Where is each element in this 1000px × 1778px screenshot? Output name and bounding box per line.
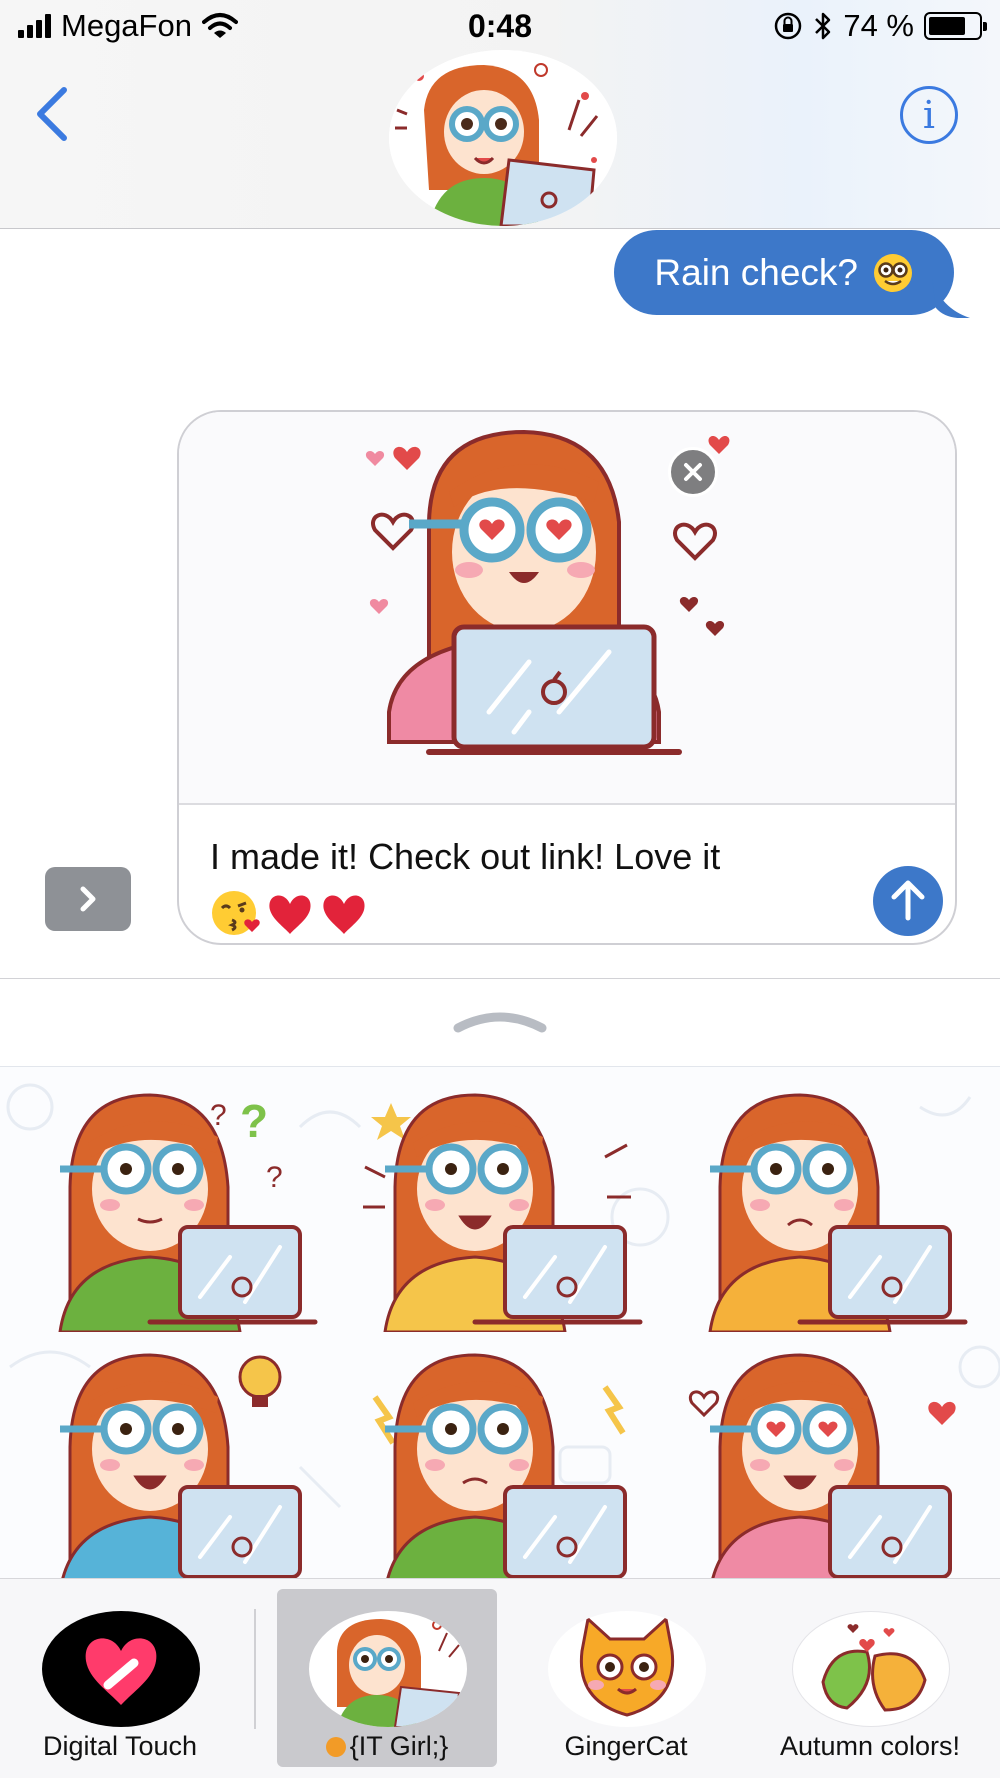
- sticker-it-girl-worried[interactable]: [680, 1077, 970, 1334]
- drawer-divider: [0, 978, 1000, 979]
- expand-drawer-handle[interactable]: [450, 1006, 550, 1036]
- sticker-grid: ???: [0, 1066, 1000, 1578]
- outgoing-message-bubble[interactable]: Rain check?: [614, 230, 954, 315]
- svg-text:?: ?: [240, 1095, 268, 1147]
- info-button[interactable]: i: [900, 86, 958, 144]
- app-autumn-colors[interactable]: Autumn colors!: [760, 1589, 980, 1767]
- app-label: {IT Girl;}: [277, 1731, 497, 1762]
- app-label: Autumn colors!: [779, 1731, 961, 1761]
- bubble-tail: [932, 278, 970, 318]
- compose-emojis: [210, 886, 850, 938]
- arrow-up-icon: [891, 880, 925, 921]
- app-digital-touch[interactable]: Digital Touch: [10, 1589, 230, 1767]
- orientation-lock-icon: [775, 12, 802, 40]
- chevron-right-icon: [80, 886, 96, 912]
- remove-attachment-button[interactable]: [668, 447, 718, 497]
- sticker-it-girl-excited[interactable]: [355, 1077, 645, 1334]
- imessage-app-bar: Digital Touch {IT Girl;} GingerCat Autum…: [0, 1578, 1000, 1778]
- send-button[interactable]: [873, 866, 943, 936]
- battery-fill: [929, 17, 965, 35]
- app-label: GingerCat: [564, 1731, 688, 1761]
- sticker-it-girl-angry[interactable]: [355, 1337, 645, 1578]
- battery-percent: 74 %: [843, 8, 914, 43]
- nerd-face-emoji-icon: [874, 253, 912, 292]
- sticker-it-girl-idea[interactable]: [30, 1337, 320, 1578]
- compose-field[interactable]: I made it! Check out link! Love it: [177, 410, 957, 945]
- compose-text[interactable]: I made it! Check out link! Love it: [210, 832, 850, 938]
- autumn-leaves-icon: [792, 1611, 950, 1727]
- chevron-left-icon: [37, 87, 67, 141]
- app-separator: [254, 1609, 256, 1729]
- chevron-up-icon: [453, 1012, 547, 1033]
- app-it-girl[interactable]: {IT Girl;}: [277, 1589, 497, 1767]
- sticker-it-girl-thinking[interactable]: ???: [30, 1077, 320, 1334]
- status-right: 74 %: [773, 8, 987, 44]
- compose-text-content: I made it! Check out link! Love it: [210, 836, 721, 877]
- close-icon: [684, 463, 702, 481]
- back-button[interactable]: [28, 84, 78, 144]
- app-label-text: {IT Girl;}: [349, 1731, 449, 1761]
- red-heart-emoji-icon: [323, 895, 365, 934]
- sticker-it-girl-in-love[interactable]: [680, 1337, 970, 1578]
- show-apps-button[interactable]: [45, 867, 131, 931]
- status-bar: MegaFon 0:48 74 %: [0, 0, 1000, 56]
- message-text: Rain check?: [654, 251, 858, 293]
- app-ginger-cat[interactable]: GingerCat: [516, 1589, 736, 1767]
- bluetooth-icon: [815, 12, 831, 40]
- kissing-face-emoji-icon: [212, 891, 260, 935]
- it-girl-app-icon: [309, 1611, 467, 1727]
- digital-touch-icon: [42, 1611, 200, 1727]
- new-badge-dot: [325, 1737, 346, 1757]
- red-heart-emoji-icon: [269, 895, 311, 934]
- attached-sticker-preview: [179, 412, 955, 805]
- battery-icon: [924, 12, 987, 40]
- it-girl-avatar-icon: [389, 50, 617, 226]
- app-label: Digital Touch: [42, 1731, 198, 1761]
- ginger-cat-icon: [548, 1611, 706, 1727]
- svg-text:?: ?: [266, 1161, 283, 1194]
- messages-screen: i MegaFon 0:48 74 % Rain check? I made i…: [0, 0, 1000, 1778]
- it-girl-love-sticker: [365, 429, 730, 755]
- contact-avatar[interactable]: [389, 50, 617, 226]
